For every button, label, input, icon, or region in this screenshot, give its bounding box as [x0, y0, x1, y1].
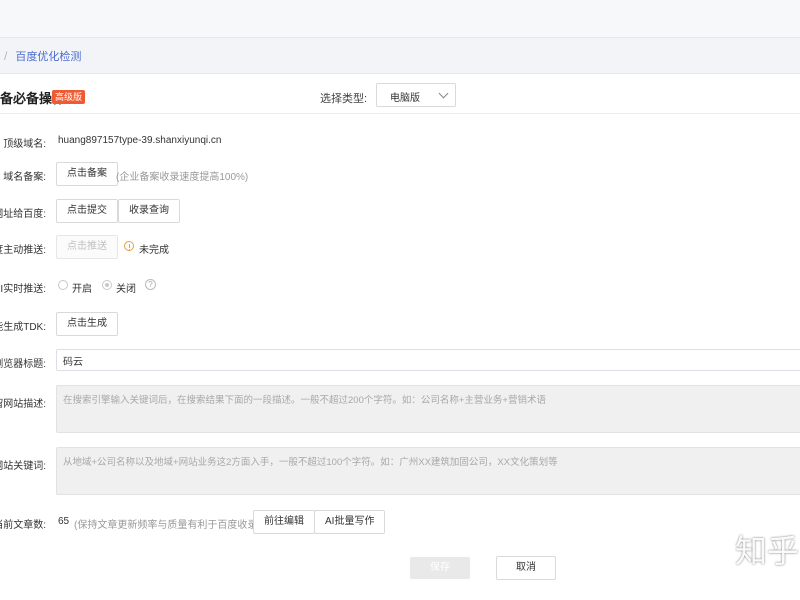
- watermark: 知乎: [735, 532, 800, 570]
- browser-title-label: 浏览器标题:: [0, 359, 46, 370]
- premium-badge: 高级版: [52, 90, 86, 104]
- breadcrumb-current[interactable]: 百度优化检测: [15, 48, 81, 64]
- index-query-button[interactable]: 收录查询: [118, 199, 180, 223]
- site-description-label: 留网站描述:: [0, 399, 46, 410]
- article-count-note: (保持文章更新频率与质量有利于百度收录): [74, 520, 261, 531]
- domain-label: 顶级域名:: [3, 139, 46, 150]
- radio-off-label: 关闭: [116, 284, 136, 295]
- push-button[interactable]: 点击推送: [56, 235, 118, 259]
- radio-off[interactable]: [102, 280, 112, 290]
- domain-value: huang897157type-39.shanxiyunqi.cn: [58, 135, 222, 146]
- chevron-down-icon: [438, 88, 449, 99]
- warning-icon: [124, 241, 134, 251]
- cancel-button[interactable]: 取消: [496, 556, 556, 580]
- go-edit-button[interactable]: 前往编辑: [253, 510, 315, 534]
- active-push-label: 度主动推送:: [0, 245, 46, 256]
- icp-label: 域名备案:: [3, 172, 46, 183]
- site-keywords-textarea[interactable]: [56, 447, 800, 495]
- tdk-label: 能生成TDK:: [0, 322, 46, 333]
- push-status: 未完成: [139, 245, 169, 256]
- article-count-value: 65: [58, 516, 70, 527]
- icp-note: (企业备案收录速度提高100%): [116, 172, 249, 183]
- submit-button[interactable]: 点击提交: [56, 199, 118, 223]
- generate-tdk-button[interactable]: 点击生成: [56, 312, 118, 336]
- save-button[interactable]: 保存: [410, 557, 470, 579]
- submit-baidu-label: 网址给百度:: [0, 209, 46, 220]
- breadcrumb: / 百度优化检测: [0, 38, 800, 74]
- radio-on[interactable]: [58, 280, 68, 290]
- top-bar: [0, 0, 800, 38]
- type-select-value: 电脑版: [390, 93, 420, 104]
- icp-button[interactable]: 点击备案: [56, 162, 118, 186]
- radio-on-label: 开启: [72, 284, 92, 295]
- type-label: 选择类型:: [320, 93, 368, 105]
- type-select[interactable]: 电脑版: [376, 83, 456, 107]
- api-push-label: PI实时推送:: [0, 284, 46, 295]
- article-count-label: 当前文章数:: [0, 520, 46, 531]
- ai-batch-write-button[interactable]: AI批量写作: [314, 510, 386, 534]
- help-icon[interactable]: ?: [145, 279, 156, 290]
- breadcrumb-separator: /: [4, 48, 8, 63]
- site-description-textarea[interactable]: [56, 385, 800, 433]
- site-keywords-label: 网站关键词:: [0, 461, 46, 472]
- browser-title-input[interactable]: [56, 349, 800, 371]
